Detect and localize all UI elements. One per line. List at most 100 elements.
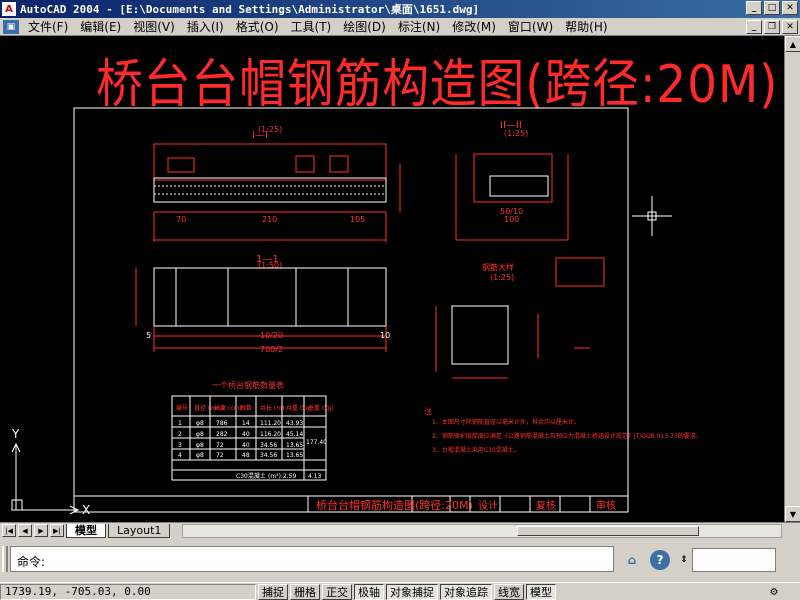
svg-text:48: 48	[242, 452, 250, 459]
svg-text:70: 70	[176, 215, 186, 224]
titleblock-checker: 复核	[536, 499, 556, 512]
svg-text:长度 (cm): 长度 (cm)	[214, 404, 242, 412]
detail-view: 钢筋大样 (1:25)	[435, 257, 605, 379]
svg-text:2、钢筋保护层厚度应满足《公路钢筋混凝土及预应力混凝土桥涵设: 2、钢筋保护层厚度应满足《公路钢筋混凝土及预应力混凝土桥涵设计规范》JT/GQB…	[432, 432, 702, 440]
ucs-icon: Y X	[11, 427, 90, 517]
model-toggle[interactable]: 模型	[526, 583, 556, 600]
svg-text:φ8: φ8	[196, 452, 204, 459]
svg-text:4.13: 4.13	[308, 473, 322, 480]
svg-text:5: 5	[146, 331, 151, 340]
last-tab-icon[interactable]: ▶|	[50, 524, 64, 537]
svg-text:一个桥台钢筋数量表: 一个桥台钢筋数量表	[212, 380, 284, 390]
svg-text:根数: 根数	[240, 404, 252, 412]
svg-text:X: X	[82, 503, 90, 517]
drawing-canvas[interactable]: 桥台台帽钢筋构造图(跨径:20M) 桥台台帽钢筋构造图(跨径:20M) 设计 复…	[0, 36, 784, 522]
menu-format[interactable]: 格式(O)	[230, 18, 285, 35]
horizontal-scrollbar[interactable]	[182, 524, 782, 538]
svg-text:13.65: 13.65	[286, 442, 303, 449]
scroll-up-icon[interactable]: ▲	[785, 36, 800, 52]
doc-close-button[interactable]: ✕	[782, 20, 798, 34]
autocad-app-icon[interactable]: A	[2, 2, 16, 16]
svg-text:282: 282	[216, 431, 228, 438]
otrack-toggle[interactable]: 对象追踪	[440, 583, 492, 600]
svg-text:4: 4	[178, 452, 182, 459]
coordinate-readout[interactable]: 1739.19, -705.03, 0.00	[0, 583, 256, 600]
svg-text:34.56: 34.56	[260, 442, 277, 449]
tray-settings-icon[interactable]: ⚙	[766, 585, 782, 599]
menu-window[interactable]: 窗口(W)	[502, 18, 559, 35]
command-grip[interactable]	[2, 546, 8, 572]
titleblock-reviewer: 审核	[596, 499, 616, 512]
communication-center-icon[interactable]: ⌂	[622, 550, 642, 570]
svg-text:13.65: 13.65	[286, 452, 303, 459]
command-line[interactable]: 命令:	[10, 546, 614, 572]
close-button[interactable]: ✕	[782, 1, 798, 15]
horizontal-scroll-thumb[interactable]	[517, 526, 699, 536]
toolbar-options-icon[interactable]: ⇕	[674, 550, 694, 570]
menu-view[interactable]: 视图(V)	[127, 18, 181, 35]
menu-tools[interactable]: 工具(T)	[285, 18, 338, 35]
window-controls: _ □ ✕	[746, 1, 798, 15]
help-icon[interactable]: ?	[650, 550, 670, 570]
menu-modify[interactable]: 修改(M)	[446, 18, 502, 35]
menu-dimension[interactable]: 标注(N)	[392, 18, 446, 35]
svg-text:共长 (m): 共长 (m)	[260, 404, 284, 412]
tab-model[interactable]: 模型	[66, 523, 106, 538]
prev-tab-icon[interactable]: ◀	[18, 524, 32, 537]
svg-text:43.93: 43.93	[286, 420, 303, 427]
titleblock-designer: 设计	[478, 499, 498, 512]
plan-view: 1—1 (1:50) 10/20 700/2 5 10	[135, 254, 390, 354]
svg-text:φ8: φ8	[196, 420, 204, 427]
svg-text:总重 (kg): 总重 (kg)	[308, 404, 334, 412]
snap-toggle[interactable]: 捕捉	[258, 583, 288, 600]
scroll-down-icon[interactable]: ▼	[785, 506, 800, 522]
section-view: II—II (1:25) 50/10 100	[455, 120, 569, 241]
svg-text:10: 10	[380, 331, 390, 340]
svg-text:105: 105	[350, 215, 365, 224]
maximize-button[interactable]: □	[764, 1, 780, 15]
vertical-scrollbar[interactable]: ▲ ▼	[784, 36, 800, 522]
svg-text:45.14: 45.14	[286, 431, 303, 438]
command-history-box[interactable]	[692, 548, 776, 572]
svg-text:φ8: φ8	[196, 442, 204, 449]
svg-text:72: 72	[216, 452, 224, 459]
svg-text:210: 210	[262, 215, 277, 224]
svg-text:3: 3	[178, 442, 182, 449]
svg-text:注: 注	[424, 406, 432, 416]
doc-restore-button[interactable]: ❐	[764, 20, 780, 34]
grid-toggle[interactable]: 栅格	[290, 583, 320, 600]
svg-text:72: 72	[216, 442, 224, 449]
minimize-button[interactable]: _	[746, 1, 762, 15]
svg-text:14: 14	[242, 420, 250, 427]
command-area: 命令: ⌂ ? ⇕	[0, 538, 800, 582]
tab-layout1[interactable]: Layout1	[108, 523, 171, 538]
menu-edit[interactable]: 编辑(E)	[74, 18, 127, 35]
menu-draw[interactable]: 绘图(D)	[337, 18, 392, 35]
quantity-table: 一个桥台钢筋数量表 编号 直径 (mm) 长度 (cm) 根数 共长 (m) 共…	[171, 380, 334, 481]
window-title: AutoCAD 2004 - [E:\Documents and Setting…	[20, 3, 480, 16]
window-titlebar: A AutoCAD 2004 - [E:\Documents and Setti…	[0, 0, 800, 18]
crosshair-cursor	[632, 196, 672, 236]
osnap-toggle[interactable]: 对象捕捉	[386, 583, 438, 600]
svg-text:111.20: 111.20	[260, 420, 281, 427]
svg-text:1: 1	[178, 420, 182, 427]
first-tab-icon[interactable]: |◀	[2, 524, 16, 537]
polar-toggle[interactable]: 极轴	[354, 583, 384, 600]
svg-text:(1:50): (1:50)	[258, 261, 282, 270]
menu-file[interactable]: 文件(F)	[22, 18, 74, 35]
svg-text:3、台帽混凝土采用C30混凝土。: 3、台帽混凝土采用C30混凝土。	[432, 446, 520, 454]
svg-text:2: 2	[178, 431, 182, 438]
menu-help[interactable]: 帮助(H)	[559, 18, 613, 35]
doc-minimize-button[interactable]: _	[746, 20, 762, 34]
svg-text:φ8: φ8	[196, 431, 204, 438]
ortho-toggle[interactable]: 正交	[322, 583, 352, 600]
svg-text:(m³):2.59: (m³):2.59	[268, 473, 296, 480]
document-icon[interactable]: ▣	[3, 19, 19, 34]
svg-text:钢筋大样: 钢筋大样	[482, 262, 514, 272]
svg-text:(1:25): (1:25)	[490, 273, 514, 282]
lineweight-toggle[interactable]: 线宽	[494, 583, 524, 600]
menu-insert[interactable]: 插入(I)	[181, 18, 230, 35]
svg-text:700/2: 700/2	[260, 345, 283, 354]
elevation-view: I—I (1:25) 70 210 105	[153, 125, 401, 242]
next-tab-icon[interactable]: ▶	[34, 524, 48, 537]
